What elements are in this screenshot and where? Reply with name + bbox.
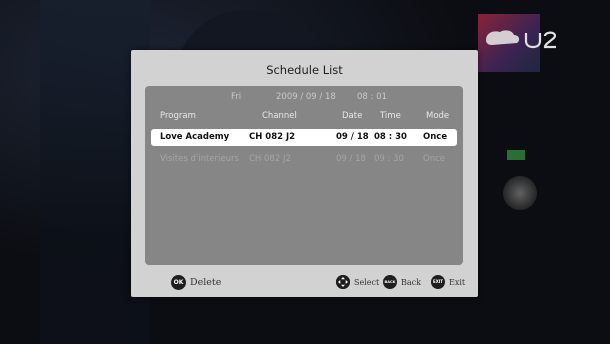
tv-screen: Schedule List Fri 2009 / 09 / 18 08 : 01…	[0, 0, 610, 344]
dialog-title: Schedule List	[266, 63, 343, 77]
key-hints: OK Delete Select BACK Back EXIT Exit	[131, 274, 478, 292]
row-program: Visites d'interieurs	[160, 154, 239, 164]
row-date: 09 / 18	[336, 132, 369, 142]
current-time: 08 : 01	[357, 92, 387, 102]
background-video-detail	[503, 176, 537, 210]
back-label: Back	[401, 277, 421, 287]
column-header-time: Time	[380, 111, 401, 121]
row-date: 09 / 18	[336, 154, 366, 164]
select-hint[interactable]: Select	[336, 275, 379, 289]
ok-key-icon: OK	[171, 275, 186, 290]
current-date: 2009 / 09 / 18	[276, 92, 336, 102]
exit-label: Exit	[449, 277, 466, 287]
column-header-channel: Channel	[262, 111, 297, 121]
row-mode: Once	[423, 132, 448, 142]
dpad-icon	[336, 275, 350, 289]
row-mode: Once	[423, 154, 445, 164]
row-channel: CH 082 J2	[249, 154, 291, 164]
back-key-icon: BACK	[383, 275, 397, 289]
delete-label: Delete	[190, 277, 222, 288]
column-header-mode: Mode	[426, 111, 450, 121]
schedule-row-selected[interactable]: Love Academy CH 082 J2 09 / 18 08 : 30 O…	[151, 129, 457, 146]
schedule-list-panel: Fri 2009 / 09 / 18 08 : 01 Program Chann…	[145, 86, 463, 265]
channel-logo	[482, 28, 578, 50]
back-hint[interactable]: BACK Back	[383, 275, 421, 289]
row-time: 09 : 30	[374, 154, 404, 164]
exit-key-icon: EXIT	[431, 275, 445, 289]
schedule-row[interactable]: Visites d'interieurs CH 082 J2 09 / 18 0…	[151, 151, 457, 168]
column-header-date: Date	[342, 111, 363, 121]
background-video-detail	[507, 150, 525, 160]
row-channel: CH 082 J2	[249, 132, 296, 142]
delete-hint[interactable]: OK Delete	[171, 275, 221, 290]
column-header-program: Program	[160, 111, 196, 121]
row-program: Love Academy	[160, 132, 230, 142]
exit-hint[interactable]: EXIT Exit	[431, 275, 465, 289]
list-header: Program Channel Date Time Mode	[145, 109, 463, 123]
current-datetime: Fri 2009 / 09 / 18 08 : 01	[145, 92, 463, 104]
row-time: 08 : 30	[374, 132, 407, 142]
schedule-list-dialog: Schedule List Fri 2009 / 09 / 18 08 : 01…	[131, 50, 478, 297]
current-day: Fri	[231, 92, 242, 102]
select-label: Select	[354, 277, 380, 287]
